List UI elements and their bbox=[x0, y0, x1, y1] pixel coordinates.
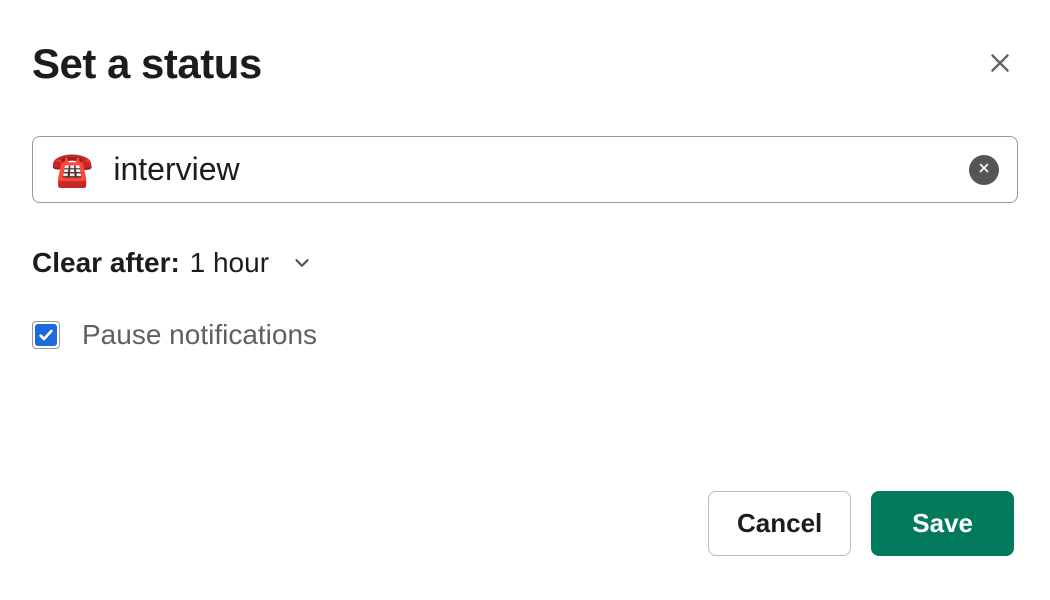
save-button[interactable]: Save bbox=[871, 491, 1014, 556]
clear-after-label: Clear after: bbox=[32, 247, 180, 278]
clear-status-button[interactable] bbox=[969, 155, 999, 185]
dialog-header: Set a status bbox=[32, 40, 1018, 88]
clear-after-dropdown[interactable]: Clear after: 1 hour bbox=[32, 247, 1018, 279]
pause-notifications-label: Pause notifications bbox=[82, 319, 317, 351]
checkmark-icon bbox=[35, 324, 57, 346]
cancel-button[interactable]: Cancel bbox=[708, 491, 851, 556]
status-input[interactable] bbox=[113, 151, 969, 188]
clear-after-value: 1 hour bbox=[190, 247, 269, 278]
status-field[interactable]: ☎️ bbox=[32, 136, 1018, 203]
chevron-down-icon bbox=[291, 252, 313, 274]
close-icon bbox=[987, 50, 1013, 79]
dialog-title: Set a status bbox=[32, 40, 262, 88]
dialog-footer: Cancel Save bbox=[708, 491, 1014, 556]
pause-notifications-checkbox[interactable] bbox=[32, 321, 60, 349]
close-button[interactable] bbox=[982, 46, 1018, 82]
clear-icon bbox=[977, 161, 991, 178]
status-emoji-icon[interactable]: ☎️ bbox=[51, 153, 93, 187]
pause-notifications-row: Pause notifications bbox=[32, 319, 1018, 351]
